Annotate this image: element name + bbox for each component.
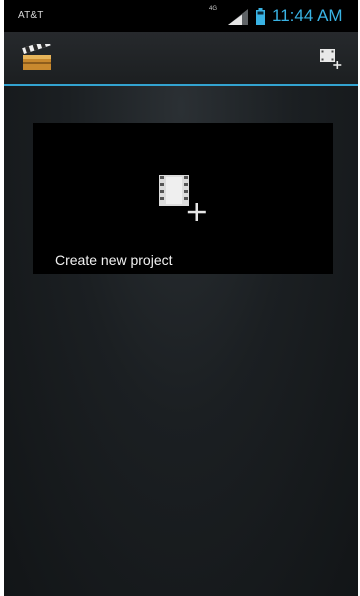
create-new-project-tile[interactable]: Create new project bbox=[33, 123, 333, 274]
add-video-icon[interactable] bbox=[318, 45, 344, 71]
action-bar-divider bbox=[4, 84, 358, 86]
clock: 11:44 AM bbox=[272, 6, 343, 25]
create-new-project-label: Create new project bbox=[55, 252, 173, 268]
network-type-label: 4G bbox=[209, 6, 218, 12]
action-bar bbox=[4, 32, 358, 84]
clapperboard-icon[interactable] bbox=[22, 44, 52, 72]
phone-screen: AT&T 4G 11:44 AM Create new project bbox=[4, 0, 358, 596]
film-plus-icon bbox=[159, 175, 206, 221]
carrier-label: AT&T bbox=[18, 10, 44, 21]
battery-icon bbox=[256, 8, 265, 25]
status-bar: AT&T 4G 11:44 AM bbox=[4, 0, 358, 32]
signal-bars-icon bbox=[228, 9, 248, 25]
